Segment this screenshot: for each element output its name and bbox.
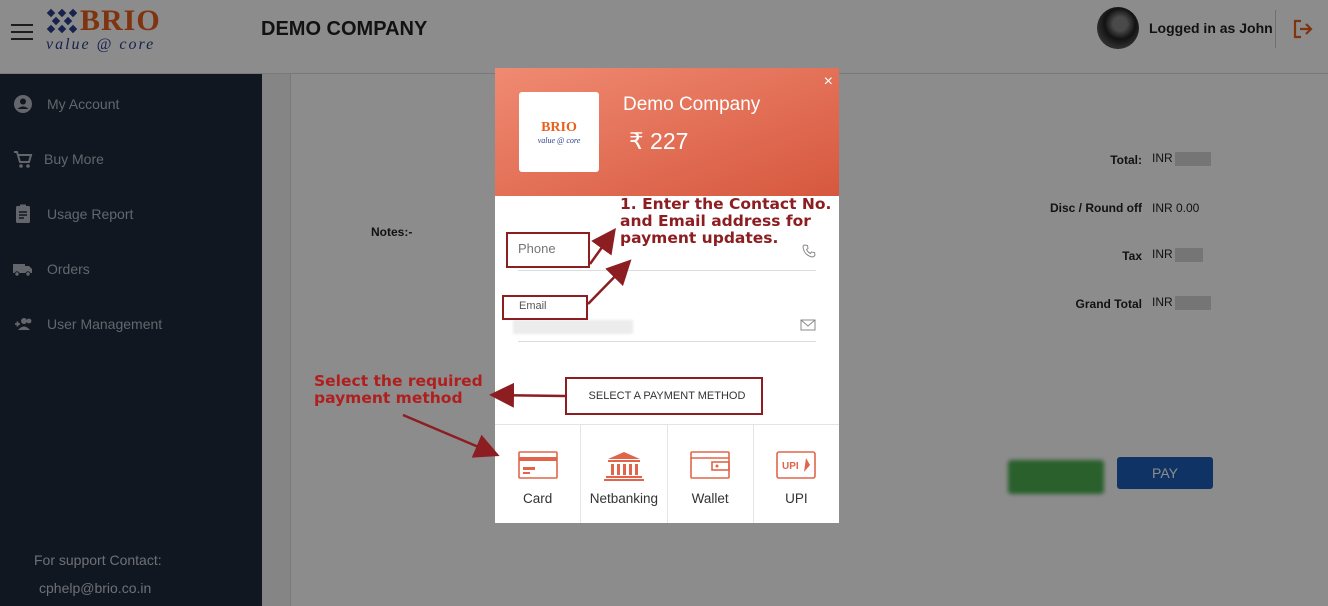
payment-method-card[interactable]: Card	[495, 425, 582, 523]
contact-instruction-line-2: and Email address for	[620, 212, 811, 230]
payment-method-upi[interactable]: UPI UPI	[754, 425, 839, 523]
payment-amount: ₹ 227	[629, 128, 689, 154]
contact-instruction-line-3: payment updates.	[620, 229, 779, 247]
payment-method-label: Card	[522, 491, 553, 506]
merchant-logo: BRIO value @ core	[519, 92, 599, 172]
card-icon	[517, 451, 558, 479]
checkout-header: × BRIO value @ core Demo Company ₹ 227	[495, 68, 839, 196]
contact-instruction: 1. Enter the Contact No. and Email addre…	[620, 196, 831, 247]
envelope-icon	[800, 319, 816, 331]
method-instruction-line-2: payment method	[314, 389, 463, 407]
bank-icon	[603, 452, 644, 481]
payment-methods: Card Netbanking Wallet UPI UPI	[495, 424, 839, 523]
payment-method-label: Wallet	[691, 491, 729, 506]
upi-icon: UPI	[776, 451, 817, 479]
email-highlight-box	[502, 295, 588, 320]
method-instruction-line-1: Select the required	[314, 372, 483, 390]
merchant-logo-tagline: value @ core	[537, 135, 581, 145]
method-instruction: Select the required payment method	[314, 373, 483, 407]
wallet-icon	[690, 451, 730, 479]
payment-method-netbanking[interactable]: Netbanking	[581, 425, 668, 523]
payment-method-wallet[interactable]: Wallet	[668, 425, 754, 523]
payment-method-label: Netbanking	[589, 491, 659, 506]
payment-method-label: UPI	[785, 491, 808, 506]
svg-text:UPI: UPI	[782, 461, 799, 472]
close-icon[interactable]: ×	[824, 74, 833, 90]
merchant-logo-brand: BRIO	[541, 119, 577, 135]
phone-highlight-box	[506, 232, 590, 268]
contact-instruction-line-1: 1. Enter the Contact No.	[620, 195, 832, 213]
merchant-name: Demo Company	[623, 94, 761, 115]
select-method-highlight-box	[565, 377, 763, 415]
